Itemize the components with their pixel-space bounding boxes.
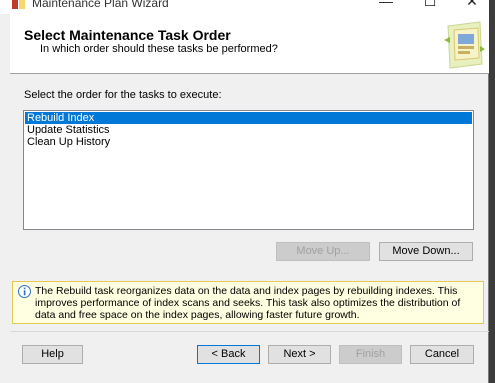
list-item[interactable]: Update Statistics <box>25 124 472 136</box>
list-item[interactable]: Clean Up History <box>25 136 472 148</box>
task-order-list[interactable]: Rebuild Index Update Statistics Clean Up… <box>23 110 474 230</box>
back-button[interactable]: < Back <box>197 345 260 364</box>
wizard-graphic-icon <box>444 21 485 69</box>
info-icon <box>18 285 31 298</box>
window-title: Maintenance Plan Wizard <box>32 0 169 10</box>
move-up-button[interactable]: Move Up... <box>276 242 370 261</box>
maximize-button[interactable]: ☐ <box>414 0 446 11</box>
page-title: Select Maintenance Task Order <box>24 27 231 43</box>
list-item[interactable]: Rebuild Index <box>25 112 472 124</box>
task-info-panel: The Rebuild task reorganizes data on the… <box>12 281 484 324</box>
left-edge <box>0 14 10 383</box>
help-button[interactable]: Help <box>22 345 83 364</box>
move-down-button[interactable]: Move Down... <box>379 242 473 261</box>
minimize-button[interactable]: — <box>370 0 402 11</box>
list-label: Select the order for the tasks to execut… <box>24 89 222 101</box>
next-button[interactable]: Next > <box>268 345 331 364</box>
close-button[interactable]: ✕ <box>456 0 488 11</box>
footer-divider <box>10 331 489 332</box>
app-icon <box>12 0 25 9</box>
wizard-header: Select Maintenance Task Order In which o… <box>10 14 489 74</box>
finish-button[interactable]: Finish <box>339 345 402 364</box>
background-strip <box>489 0 495 383</box>
title-bar: Maintenance Plan Wizard — ☐ ✕ <box>0 0 489 14</box>
info-text: The Rebuild task reorganizes data on the… <box>35 285 461 321</box>
page-subtitle: In which order should these tasks be per… <box>40 43 278 55</box>
wizard-window: Maintenance Plan Wizard — ☐ ✕ Select Mai… <box>0 0 489 383</box>
cancel-button[interactable]: Cancel <box>410 345 474 364</box>
